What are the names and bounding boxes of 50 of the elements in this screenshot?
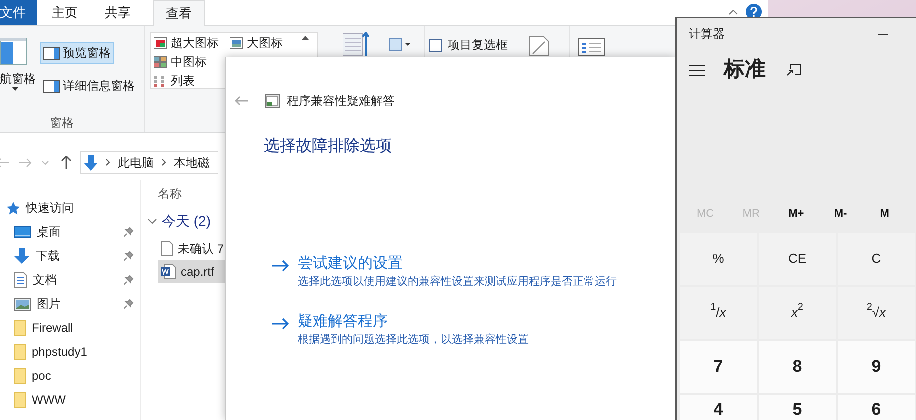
memory-button[interactable]: M	[870, 206, 916, 222]
pane-label: 航窗格	[0, 71, 36, 88]
nav-item[interactable]: phpstudy1	[0, 340, 140, 364]
nav-item[interactable]: WWW	[0, 388, 140, 412]
nav-item[interactable]: 文档	[0, 268, 140, 292]
memory-button[interactable]: M-	[824, 206, 870, 222]
nav-item[interactable]: 下载	[0, 244, 140, 268]
pane-toggle[interactable]: 预览窗格	[40, 42, 114, 64]
calculator-key[interactable]: $^{2}$√x	[838, 287, 915, 339]
calculator-key[interactable]: CE	[759, 233, 836, 285]
nav-item[interactable]: Firewall	[0, 316, 140, 340]
calculator-key[interactable]: C	[838, 233, 915, 285]
mode-title: 标准	[724, 57, 766, 84]
pane-toggle[interactable]: 详细信息窗格	[40, 75, 138, 97]
calculator-key[interactable]: 9	[838, 341, 915, 393]
layout-option[interactable]: 超大图标	[151, 34, 227, 52]
calculator-key[interactable]: %	[680, 233, 757, 285]
calculator-key[interactable]: x$^{2}$	[759, 287, 836, 339]
file-row[interactable]: 未确认 7	[158, 237, 225, 260]
layout-option[interactable]: 中图标	[151, 53, 227, 71]
layout-option[interactable]: 列表	[151, 72, 227, 90]
group-label: 窗格	[50, 115, 74, 132]
checkbox[interactable]: 项目复选框	[429, 36, 508, 54]
file-row[interactable]: cap.rtf	[158, 260, 225, 283]
file-tab[interactable]: 文件	[0, 0, 37, 25]
breadcrumb[interactable]: 本地磁	[174, 154, 210, 172]
calculator-key[interactable]: 6	[838, 395, 915, 420]
ribbon-tab[interactable]: 主页	[40, 0, 90, 25]
ribbon-tab[interactable]: 查看	[153, 0, 205, 26]
breadcrumb[interactable]: 此电脑	[118, 154, 154, 172]
calculator-key[interactable]: 4	[680, 395, 757, 420]
option-link[interactable]: 尝试建议的设置 选择此选项以使用建议的兼容性设置来测试应用程序是否正常运行	[272, 254, 617, 290]
option-link[interactable]: 疑难解答程序 根据遇到的问题选择此选项，以选择兼容性设置	[272, 312, 529, 348]
group-header[interactable]: 今天 (2)	[148, 205, 211, 237]
nav-item[interactable]: poc	[0, 364, 140, 388]
calculator-key[interactable]: 5	[759, 395, 836, 420]
page-heading: 选择故障排除选项	[264, 136, 393, 157]
nav-item[interactable]: 快速访问	[0, 196, 140, 220]
layout-option[interactable]: 大图标	[227, 34, 303, 52]
column-header[interactable]: 名称	[158, 187, 182, 201]
calculator-key[interactable]: 7	[680, 341, 757, 393]
window-title: 程序兼容性疑难解答	[287, 93, 395, 110]
calculator-key[interactable]: $^{1}$/x	[680, 287, 757, 339]
nav-item[interactable]: 图片	[0, 292, 140, 316]
memory-button[interactable]: M+	[778, 206, 824, 222]
ribbon-tab[interactable]: 共享	[93, 0, 143, 25]
calculator-key[interactable]: 8	[759, 341, 836, 393]
address-bar[interactable]: 此电脑 本地磁	[80, 151, 218, 174]
nav-item[interactable]: 桌面	[0, 220, 140, 244]
window-title: 计算器	[689, 26, 725, 43]
